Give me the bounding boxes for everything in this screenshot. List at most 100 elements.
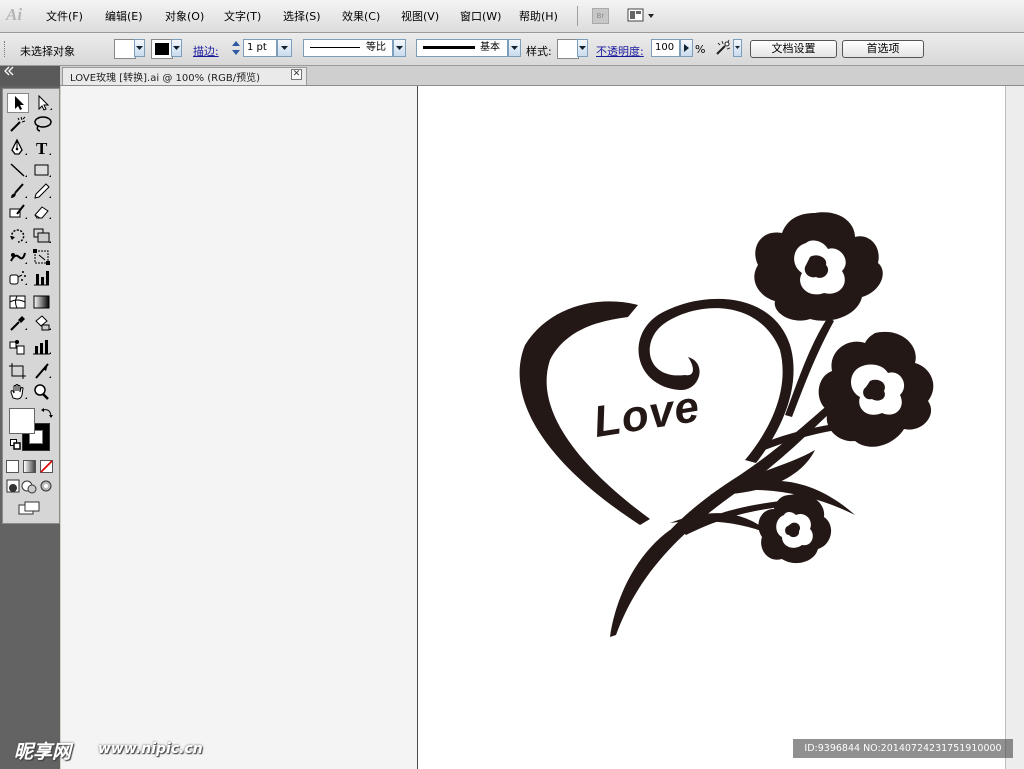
pencil-tool[interactable] [31, 181, 53, 201]
brush-definition[interactable]: 基本 [416, 39, 508, 57]
brush-dropdown[interactable] [508, 39, 521, 57]
graphic-style-swatch[interactable] [557, 39, 579, 59]
line-icon [10, 163, 27, 177]
panel-collapse-bar[interactable] [0, 66, 60, 76]
opacity-slider-button[interactable] [680, 39, 693, 57]
blob-brush-tool[interactable] [7, 202, 29, 222]
rotate-tool[interactable] [7, 226, 29, 246]
menu-divider [577, 6, 578, 26]
recolor-icon [716, 39, 731, 55]
live-paint-bucket-tool[interactable] [31, 313, 53, 333]
blob-brush-icon [9, 204, 27, 219]
stroke-label[interactable]: 描边: [193, 43, 219, 59]
stroke-dropdown[interactable] [171, 39, 182, 57]
color-mode-button[interactable] [6, 460, 19, 473]
paintbrush-tool[interactable] [7, 181, 29, 201]
rectangle-tool[interactable] [31, 160, 53, 180]
eraser-tool[interactable] [31, 202, 53, 222]
collapse-icon [4, 66, 14, 76]
scale-icon [33, 228, 51, 243]
screen-mode-button[interactable] [17, 500, 43, 516]
artboard-tool[interactable] [7, 361, 29, 381]
selection-tool[interactable] [7, 93, 29, 113]
line-tool[interactable] [7, 160, 29, 180]
magic-wand-tool[interactable] [7, 114, 29, 134]
none-mode-button[interactable] [40, 460, 53, 473]
default-colors-button[interactable] [10, 439, 21, 450]
workspace-switcher[interactable] [627, 8, 655, 23]
drawing-modes [5, 478, 55, 494]
recolor-artwork-button[interactable] [713, 38, 733, 58]
chevron-down-icon [511, 46, 518, 50]
fill-color-box[interactable] [9, 408, 35, 434]
swap-fill-stroke-button[interactable] [40, 406, 54, 420]
zoom-icon [34, 384, 49, 400]
warp-icon [10, 252, 27, 264]
fill-swatch[interactable] [114, 39, 136, 59]
workspace-icon [627, 8, 654, 22]
opacity-field[interactable]: 100 [651, 39, 680, 57]
eyedropper-tool[interactable] [7, 313, 29, 333]
gradient-tool[interactable] [31, 292, 53, 312]
mesh-tool[interactable] [7, 292, 29, 312]
preferences-button[interactable]: 首选项 [842, 40, 924, 58]
variable-width-profile[interactable]: 等比 [303, 39, 393, 57]
gradient-mode-button[interactable] [23, 460, 36, 473]
bridge-button[interactable]: Br [592, 8, 609, 24]
variable-width-dropdown[interactable] [393, 39, 406, 57]
eraser-icon [34, 206, 51, 219]
stroke-swatch-inner [155, 43, 169, 55]
chevron-down-icon [735, 46, 740, 49]
fill-dropdown[interactable] [134, 39, 145, 57]
chevron-down-icon [396, 46, 403, 50]
love-rose-artwork[interactable] [510, 205, 950, 645]
brush-stroke-preview [423, 46, 475, 49]
lasso-tool[interactable] [31, 114, 53, 134]
menu-select[interactable]: 选择(S) [283, 8, 321, 24]
tools-panel-header[interactable] [0, 76, 60, 86]
menu-window[interactable]: 窗口(W) [460, 8, 501, 24]
zoom-tool[interactable] [31, 382, 53, 402]
menu-view[interactable]: 视图(V) [401, 8, 439, 24]
direct-selection-tool[interactable] [31, 93, 53, 113]
hand-tool[interactable] [7, 382, 29, 402]
close-icon[interactable]: ✕ [291, 69, 302, 80]
width-profile-line [310, 47, 360, 48]
rectangle-icon [34, 164, 51, 177]
menu-object[interactable]: 对象(O) [165, 8, 204, 24]
recolor-dropdown[interactable] [733, 39, 742, 57]
chevron-down-icon [281, 46, 288, 50]
slice-tool[interactable] [31, 361, 53, 381]
menu-file[interactable]: 文件(F) [46, 8, 83, 24]
document-setup-button[interactable]: 文档设置 [750, 40, 837, 58]
column-graph-icon [34, 271, 49, 286]
scale-tool[interactable] [31, 226, 53, 246]
menu-effect[interactable]: 效果(C) [342, 8, 380, 24]
warp-tool[interactable] [7, 247, 29, 267]
stroke-weight-stepper[interactable] [229, 39, 243, 57]
opacity-unit: % [695, 43, 706, 56]
control-bar-grip[interactable] [4, 41, 8, 57]
stroke-weight-dropdown[interactable] [277, 39, 292, 57]
stroke-swatch[interactable] [151, 39, 173, 59]
type-tool[interactable]: T [31, 138, 53, 158]
stroke-weight-field[interactable]: 1 pt [243, 39, 277, 57]
mesh-icon [9, 295, 26, 309]
lasso-icon [34, 116, 52, 132]
blend-icon [9, 340, 25, 355]
opacity-label[interactable]: 不透明度: [596, 43, 644, 59]
pen-tool[interactable] [7, 138, 29, 158]
menu-type[interactable]: 文字(T) [224, 8, 261, 24]
free-transform-icon [33, 249, 50, 265]
menu-edit[interactable]: 编辑(E) [105, 8, 143, 24]
graph-tool[interactable] [31, 337, 53, 357]
rose-top [754, 212, 883, 321]
pen-icon [11, 138, 27, 155]
free-transform-tool[interactable] [31, 247, 53, 267]
blend-tool[interactable] [7, 337, 29, 357]
graphic-style-dropdown[interactable] [577, 39, 588, 57]
column-graph-tool[interactable] [31, 268, 53, 288]
menu-help[interactable]: 帮助(H) [519, 8, 558, 24]
symbol-sprayer-tool[interactable] [7, 268, 29, 288]
magic-wand-icon [10, 116, 26, 132]
